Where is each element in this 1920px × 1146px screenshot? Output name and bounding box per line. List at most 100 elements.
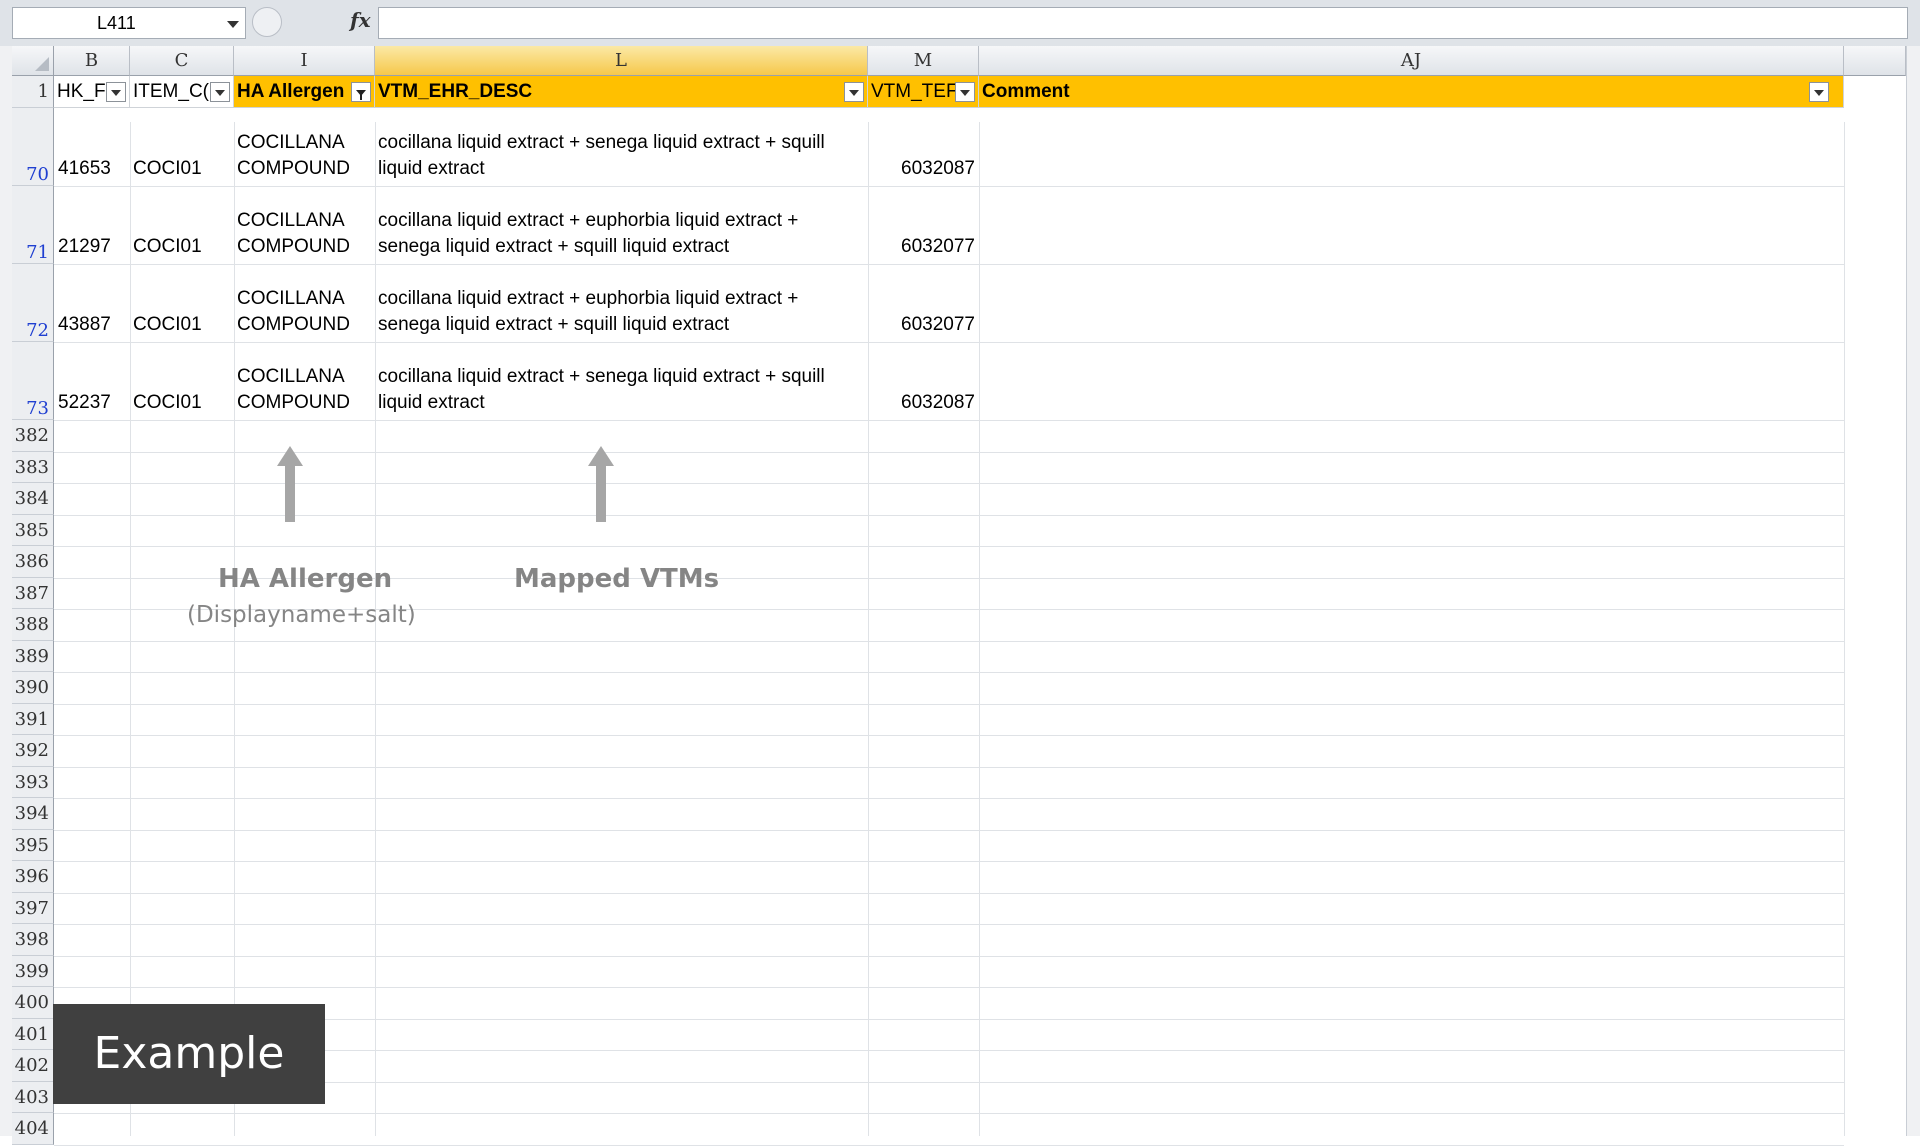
row-header[interactable]: 394 <box>12 798 54 830</box>
row-header[interactable]: 402 <box>12 1050 54 1082</box>
header-cell-item-code[interactable]: ITEM_C( <box>130 76 234 108</box>
cell-item-code[interactable]: COCI01 <box>133 390 202 416</box>
row-header[interactable]: 390 <box>12 672 54 704</box>
grid-line <box>234 122 235 1136</box>
cell-vtm-desc-line2[interactable]: liquid extract <box>378 390 485 416</box>
formula-bar-toggle[interactable] <box>252 7 282 37</box>
filter-dropdown-icon[interactable] <box>955 82 975 102</box>
cell-hk[interactable]: 52237 <box>58 390 111 416</box>
cell-hk[interactable]: 41653 <box>58 156 111 182</box>
row-header[interactable]: 71 <box>12 186 54 264</box>
column-header-c[interactable]: C <box>130 46 234 76</box>
column-header-aj[interactable]: AJ <box>979 46 1844 76</box>
row-header[interactable]: 404 <box>12 1113 54 1145</box>
row-header[interactable]: 1 <box>12 76 54 108</box>
name-box[interactable]: L411 <box>12 7 246 39</box>
row-header[interactable]: 389 <box>12 640 54 672</box>
chevron-down-icon[interactable] <box>227 21 239 28</box>
grid-line <box>54 546 1844 547</box>
row-header[interactable]: 385 <box>12 514 54 546</box>
row-header[interactable]: 393 <box>12 766 54 798</box>
row-header[interactable]: 396 <box>12 861 54 893</box>
cell-ha-allergen-line1[interactable]: COCILLANA <box>237 208 345 234</box>
cell-vtm-desc-line2[interactable]: senega liquid extract + squill liquid ex… <box>378 312 729 338</box>
header-cell-ha-allergen[interactable]: HA Allergen <box>234 76 375 108</box>
cell-hk[interactable]: 43887 <box>58 312 111 338</box>
grid-line <box>54 186 1844 187</box>
row-header[interactable]: 395 <box>12 829 54 861</box>
cell-vtm-term[interactable]: 6032077 <box>868 312 975 338</box>
row-header[interactable]: 400 <box>12 987 54 1019</box>
cell-ha-allergen-line2[interactable]: COMPOUND <box>237 156 350 182</box>
vertical-scrollbar[interactable] <box>1906 46 1920 1136</box>
row-header[interactable]: 384 <box>12 483 54 515</box>
up-arrow-icon <box>588 446 614 522</box>
formula-bar: L411 fx <box>0 0 1920 47</box>
filter-dropdown-icon[interactable] <box>844 82 864 102</box>
filter-dropdown-icon[interactable] <box>210 82 230 102</box>
column-header-b[interactable]: B <box>54 46 130 76</box>
cell-vtm-desc-line1[interactable]: cocillana liquid extract + euphorbia liq… <box>378 286 798 312</box>
grid-line <box>54 861 1844 862</box>
header-cell-comment[interactable]: Comment <box>979 76 1844 108</box>
grid-line <box>54 703 1844 705</box>
row-header[interactable]: 382 <box>12 420 54 452</box>
cell-vtm-desc-line2[interactable]: senega liquid extract + squill liquid ex… <box>378 234 729 260</box>
filter-active-icon[interactable] <box>351 82 371 102</box>
formula-input[interactable] <box>378 7 1908 39</box>
cell-item-code[interactable]: COCI01 <box>133 234 202 260</box>
row-header[interactable]: 72 <box>12 264 54 342</box>
header-cell-vtm-term[interactable]: VTM_TEF <box>868 76 979 108</box>
cell-ha-allergen-line1[interactable]: COCILLANA <box>237 130 345 156</box>
header-cell-vtm-ehr-desc[interactable]: VTM_EHR_DESC <box>375 76 868 108</box>
row-header[interactable]: 403 <box>12 1081 54 1113</box>
grid-line <box>54 1144 1844 1146</box>
cell-ha-allergen-line2[interactable]: COMPOUND <box>237 390 350 416</box>
row-header[interactable]: 387 <box>12 577 54 609</box>
column-header-m[interactable]: M <box>868 46 979 76</box>
grid-line <box>375 122 376 1136</box>
row-header[interactable]: 386 <box>12 546 54 578</box>
filter-dropdown-icon[interactable] <box>106 82 126 102</box>
cell-vtm-desc-line2[interactable]: liquid extract <box>378 156 485 182</box>
cell-item-code[interactable]: COCI01 <box>133 156 202 182</box>
grid-line <box>54 955 1844 957</box>
cell-ha-allergen-line2[interactable]: COMPOUND <box>237 312 350 338</box>
header-label: VTM_TEF <box>871 81 958 102</box>
function-icon[interactable]: fx <box>350 8 371 32</box>
annotation-ha-allergen: HA Allergen <box>218 564 393 594</box>
cell-vtm-term[interactable]: 6032077 <box>868 234 975 260</box>
cell-ha-allergen-line2[interactable]: COMPOUND <box>237 234 350 260</box>
header-label: HK_F <box>57 81 106 102</box>
column-header-i[interactable]: I <box>234 46 375 76</box>
header-label: Comment <box>982 81 1070 102</box>
row-header[interactable]: 383 <box>12 451 54 483</box>
row-header[interactable]: 399 <box>12 955 54 987</box>
row-header[interactable]: 397 <box>12 892 54 924</box>
cell-hk[interactable]: 21297 <box>58 234 111 260</box>
column-header-l[interactable]: L <box>375 46 868 76</box>
cell-vtm-desc-line1[interactable]: cocillana liquid extract + euphorbia liq… <box>378 208 798 234</box>
select-all-corner[interactable] <box>12 46 54 76</box>
column-header-blank <box>1844 46 1906 76</box>
up-arrow-icon <box>277 446 303 522</box>
cell-vtm-term[interactable]: 6032087 <box>868 156 975 182</box>
grid-line <box>54 1113 1844 1114</box>
cell-ha-allergen-line1[interactable]: COCILLANA <box>237 286 345 312</box>
cell-vtm-desc-line1[interactable]: cocillana liquid extract + senega liquid… <box>378 364 825 390</box>
row-header[interactable]: 392 <box>12 735 54 767</box>
row-header[interactable]: 388 <box>12 609 54 641</box>
row-header[interactable]: 401 <box>12 1018 54 1050</box>
row-header[interactable]: 391 <box>12 703 54 735</box>
filter-dropdown-icon[interactable] <box>1809 82 1829 102</box>
cell-item-code[interactable]: COCI01 <box>133 312 202 338</box>
row-header[interactable]: 73 <box>12 342 54 420</box>
row-header[interactable]: 70 <box>12 108 54 186</box>
cell-ha-allergen-line1[interactable]: COCILLANA <box>237 364 345 390</box>
cell-vtm-desc-line1[interactable]: cocillana liquid extract + senega liquid… <box>378 130 825 156</box>
example-label: Example <box>53 1004 325 1104</box>
grid-line <box>130 122 131 1136</box>
row-header[interactable]: 398 <box>12 924 54 956</box>
header-cell-hk[interactable]: HK_F <box>54 76 130 108</box>
cell-vtm-term[interactable]: 6032087 <box>868 390 975 416</box>
